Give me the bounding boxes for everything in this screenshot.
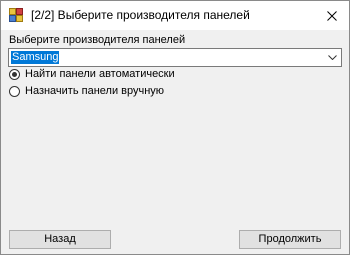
vendor-field-label: Выберите производителя панелей [9, 34, 186, 46]
radio-manual-assign-label[interactable]: Назначить панели вручную [25, 85, 164, 98]
dialog-content: Выберите производителя панелей Samsung Н… [1, 30, 349, 254]
chevron-down-icon[interactable] [324, 49, 341, 66]
app-window-icon [9, 8, 23, 22]
close-icon [327, 10, 337, 21]
radio-auto-detect-label[interactable]: Найти панели автоматически [25, 68, 175, 81]
vendor-combobox[interactable]: Samsung [8, 48, 342, 67]
back-button[interactable]: Назад [9, 230, 111, 249]
dialog-window: [2/2] Выберите производителя панелей Выб… [0, 0, 350, 255]
radio-auto-detect-button[interactable] [9, 68, 20, 80]
radio-manual-assign[interactable]: Назначить панели вручную [9, 84, 164, 98]
radio-auto-detect[interactable]: Найти панели автоматически [9, 67, 175, 81]
vendor-combobox-value: Samsung [11, 51, 60, 64]
continue-button[interactable]: Продолжить [239, 230, 341, 249]
close-button[interactable] [315, 1, 349, 30]
window-title: [2/2] Выберите производителя панелей [31, 8, 250, 22]
radio-manual-assign-button[interactable] [9, 85, 20, 97]
title-bar[interactable]: [2/2] Выберите производителя панелей [1, 1, 349, 30]
